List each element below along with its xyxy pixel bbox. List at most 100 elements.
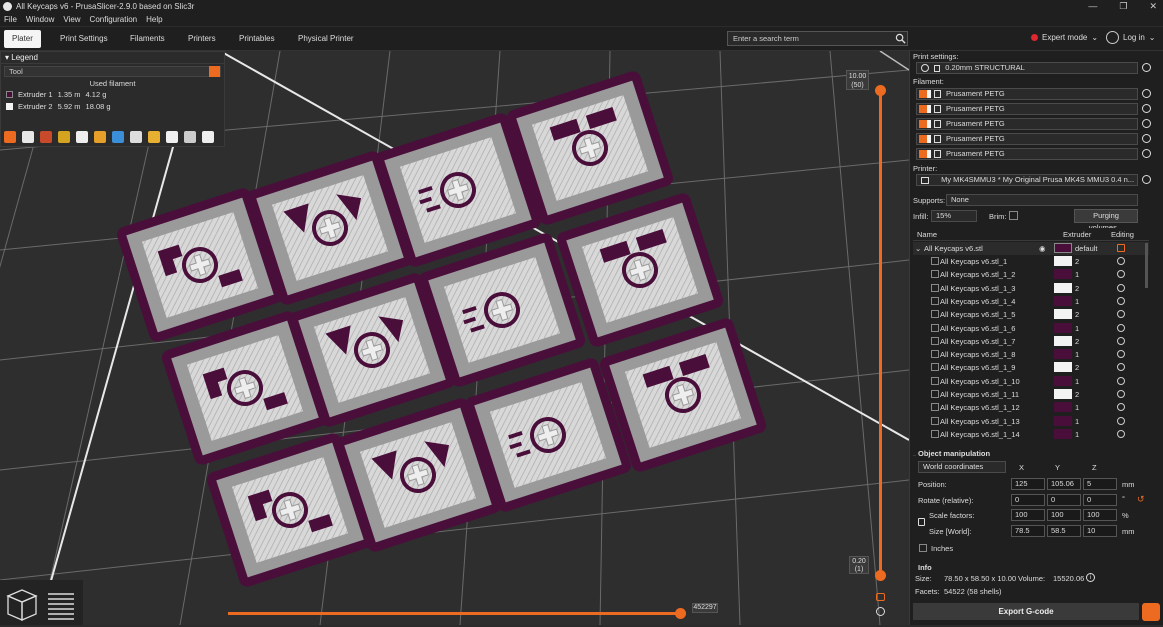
menu-help[interactable]: Help <box>146 15 162 24</box>
object-part-row[interactable]: All Keycaps v6.stl_1 2 <box>913 255 1149 268</box>
filament-gear-icon[interactable] <box>1142 119 1151 128</box>
minimize-button[interactable]: — <box>1088 0 1097 13</box>
object-part-row[interactable]: All Keycaps v6.stl_1_5 2 <box>913 308 1149 321</box>
settings-icon[interactable] <box>1117 390 1125 398</box>
lock-icon[interactable] <box>876 593 885 601</box>
settings-icon[interactable] <box>1117 310 1125 319</box>
close-button[interactable]: ✕ <box>1149 0 1157 13</box>
position-y-input[interactable]: 105.06 <box>1047 478 1081 490</box>
filament-gear-icon[interactable] <box>1142 134 1151 143</box>
extruder-value[interactable]: 1 <box>1075 297 1079 306</box>
object-part-row[interactable]: All Keycaps v6.stl_1_9 2 <box>913 361 1149 374</box>
purging-volumes-button[interactable]: Purging volumes... <box>1074 209 1138 232</box>
send-to-printer-icon[interactable] <box>1142 603 1160 621</box>
settings-icon[interactable] <box>1117 323 1125 332</box>
object-list-scrollbar[interactable] <box>1145 243 1148 288</box>
edit-icon[interactable] <box>1117 244 1125 252</box>
settings-icon[interactable] <box>1117 270 1125 279</box>
coordinate-system-select[interactable]: World coordinates <box>918 461 1006 473</box>
infill-select[interactable]: 15% <box>931 210 977 222</box>
slider-bottom-handle[interactable] <box>875 570 886 581</box>
tab-filaments[interactable]: Filaments <box>122 30 173 48</box>
settings-icon[interactable] <box>1117 403 1125 412</box>
extruder-value[interactable]: 2 <box>1075 390 1079 399</box>
object-part-row[interactable]: All Keycaps v6.stl_1_7 2 <box>913 335 1149 348</box>
filament-select-1[interactable]: Prusament PETG <box>916 88 1138 100</box>
size-z-input[interactable]: 10 <box>1083 525 1117 537</box>
settings-icon[interactable] <box>1117 376 1125 385</box>
tool-marker-icon[interactable] <box>202 131 214 143</box>
settings-icon[interactable] <box>1117 257 1125 265</box>
lock-icon[interactable] <box>918 518 925 526</box>
settings-icon[interactable] <box>1117 416 1125 425</box>
moves-slider-handle[interactable] <box>675 608 686 619</box>
export-gcode-button[interactable]: Export G-code <box>913 603 1139 620</box>
color-changes-icon[interactable] <box>112 131 124 143</box>
info-icon[interactable]: i <box>1086 573 1095 582</box>
settings-icon[interactable] <box>1117 363 1125 372</box>
object-part-row[interactable]: All Keycaps v6.stl_1_3 2 <box>913 282 1149 295</box>
extruder-value[interactable]: 1 <box>1075 417 1079 426</box>
tab-plater[interactable]: Plater <box>4 30 41 48</box>
extruder-value[interactable]: 1 <box>1075 324 1079 333</box>
menu-window[interactable]: Window <box>26 15 54 24</box>
view-type-select[interactable]: Tool <box>4 66 221 77</box>
extruder-value[interactable]: 1 <box>1075 270 1079 279</box>
extruder-value[interactable]: default <box>1075 244 1098 253</box>
reset-rotation-icon[interactable]: ↺ <box>1137 494 1145 505</box>
search-input[interactable]: Enter a search term <box>727 31 908 46</box>
print-settings-gear-icon[interactable] <box>1142 63 1151 72</box>
object-part-row[interactable]: All Keycaps v6.stl_1_11 2 <box>913 388 1149 401</box>
seams-icon[interactable] <box>76 131 88 143</box>
printer-gear-icon[interactable] <box>1142 175 1151 184</box>
rotate-z-input[interactable]: 0 <box>1083 494 1117 506</box>
settings-icon[interactable] <box>1117 296 1125 305</box>
travel-icon[interactable] <box>4 131 16 143</box>
menu-configuration[interactable]: Configuration <box>90 15 138 24</box>
scale-y-input[interactable]: 100 <box>1047 509 1081 521</box>
extruder-value[interactable]: 2 <box>1075 337 1079 346</box>
tab-print-settings[interactable]: Print Settings <box>52 30 116 48</box>
extruder-value[interactable]: 2 <box>1075 284 1079 293</box>
object-part-row[interactable]: All Keycaps v6.stl_1_10 1 <box>913 375 1149 388</box>
pause-icon[interactable] <box>130 131 142 143</box>
size-x-input[interactable]: 78.5 <box>1011 525 1045 537</box>
legend-header[interactable]: ▾ Legend <box>1 52 224 64</box>
filament-select-2[interactable]: Prusament PETG <box>916 103 1138 115</box>
tab-physical-printer[interactable]: Physical Printer <box>290 30 362 48</box>
eye-icon[interactable]: ◉ <box>1039 244 1046 253</box>
size-y-input[interactable]: 58.5 <box>1047 525 1081 537</box>
extruder-value[interactable]: 1 <box>1075 403 1079 412</box>
custom-gcode-icon[interactable] <box>148 131 160 143</box>
settings-icon[interactable] <box>1117 336 1125 345</box>
maximize-button[interactable]: ❐ <box>1119 0 1127 13</box>
settings-gear-icon[interactable] <box>876 607 885 616</box>
inches-checkbox[interactable] <box>919 544 927 552</box>
login-button[interactable]: Log in ⌄ <box>1106 31 1156 44</box>
filament-select-4[interactable]: Prusament PETG <box>916 133 1138 145</box>
object-part-row[interactable]: All Keycaps v6.stl_1_14 1 <box>913 428 1149 441</box>
object-part-row[interactable]: All Keycaps v6.stl_1_13 1 <box>913 415 1149 428</box>
object-part-row[interactable]: All Keycaps v6.stl_1_4 1 <box>913 295 1149 308</box>
extruder-value[interactable]: 2 <box>1075 310 1079 319</box>
center-of-gravity-icon[interactable] <box>166 131 178 143</box>
chevron-down-icon[interactable]: ⌄ <box>915 244 921 253</box>
deretractions-icon[interactable] <box>58 131 70 143</box>
printer-select[interactable]: My MK4SMMU3 * My Original Prusa MK4S MMU… <box>916 174 1138 186</box>
expert-mode-button[interactable]: Expert mode ⌄ <box>1031 33 1098 42</box>
rotate-x-input[interactable]: 0 <box>1011 494 1045 506</box>
rotate-y-input[interactable]: 0 <box>1047 494 1081 506</box>
extruder-value[interactable]: 1 <box>1075 430 1079 439</box>
brim-checkbox[interactable] <box>1009 211 1018 220</box>
position-x-input[interactable]: 125 <box>1011 478 1045 490</box>
object-part-row[interactable]: All Keycaps v6.stl_1_12 1 <box>913 401 1149 414</box>
horizontal-moves-slider[interactable] <box>228 612 680 615</box>
menu-view[interactable]: View <box>63 15 80 24</box>
vertical-layer-slider[interactable] <box>879 90 882 576</box>
tool-changes-icon[interactable] <box>94 131 106 143</box>
object-list-root-row[interactable]: ⌄ All Keycaps v6.stl ◉ default <box>913 242 1149 255</box>
tab-printers[interactable]: Printers <box>180 30 224 48</box>
shells-icon[interactable] <box>184 131 196 143</box>
tab-printables[interactable]: Printables <box>231 30 283 48</box>
settings-icon[interactable] <box>1117 283 1125 292</box>
